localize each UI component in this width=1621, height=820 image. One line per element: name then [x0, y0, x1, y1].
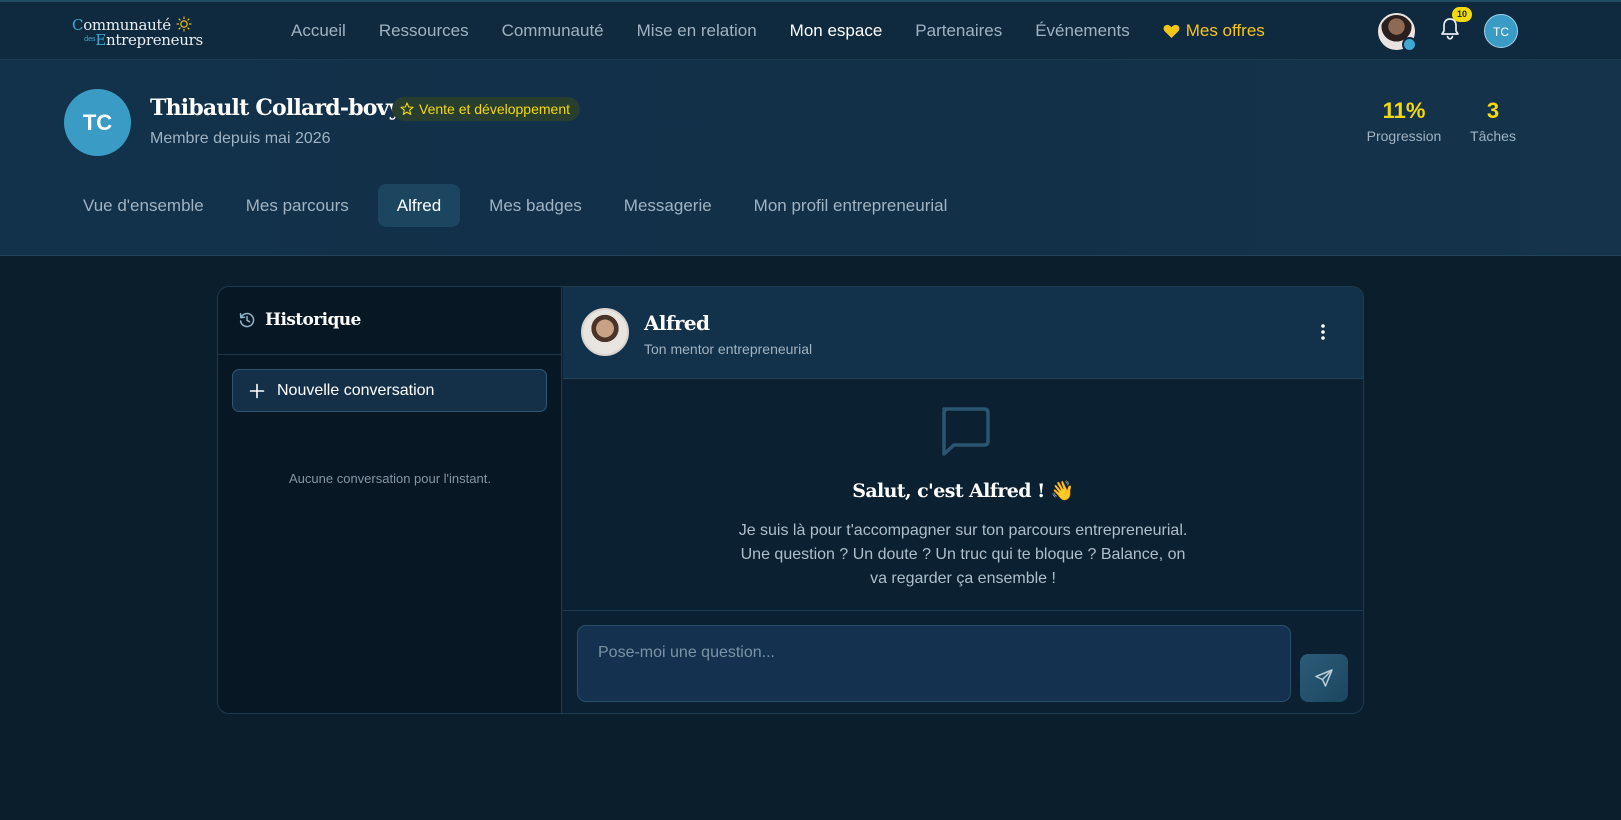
stat-progression-value: 11% — [1382, 98, 1426, 123]
nav-link-mon-espace[interactable]: Mon espace — [790, 21, 883, 41]
logo[interactable]: Communauté desEntrepreneurs — [72, 16, 212, 50]
chat-input-area — [563, 611, 1363, 713]
tab-vue-ensemble[interactable]: Vue d'ensemble — [70, 184, 217, 227]
nav-link-partenaires[interactable]: Partenaires — [915, 21, 1002, 41]
heart-icon — [1163, 24, 1180, 38]
plus-icon — [249, 383, 265, 398]
stat-taches-label: Tâches — [1470, 128, 1516, 144]
nav-links: Accueil Ressources Communauté Mise en re… — [291, 2, 1298, 60]
chat-title: Alfred — [644, 311, 710, 335]
notification-count-badge: 10 — [1452, 7, 1472, 22]
stat-taches: 3 Tâches — [1467, 98, 1519, 144]
profile-category-badge: Vente et développement — [392, 97, 581, 121]
member-since: Membre depuis mai 2026 — [150, 130, 331, 147]
history-icon — [239, 312, 255, 328]
send-button[interactable] — [1300, 654, 1348, 702]
alfred-avatar — [581, 308, 629, 356]
tab-messagerie[interactable]: Messagerie — [611, 184, 725, 227]
tab-mes-badges[interactable]: Mes badges — [476, 184, 595, 227]
more-options-icon[interactable] — [1315, 321, 1331, 343]
nav-link-evenements[interactable]: Événements — [1035, 21, 1130, 41]
nav-link-ressources[interactable]: Ressources — [379, 21, 469, 41]
chat-badge-icon — [1402, 37, 1417, 52]
badge-label: Vente et développement — [419, 101, 571, 117]
history-title: Historique — [265, 310, 361, 330]
history-sidebar: Historique Nouvelle conversation Aucune … — [218, 287, 562, 713]
message-input[interactable] — [577, 625, 1291, 702]
tab-mes-parcours[interactable]: Mes parcours — [233, 184, 362, 227]
user-menu-avatar[interactable]: TC — [1484, 14, 1518, 48]
empty-history-message: Aucune conversation pour l'instant. — [289, 471, 491, 486]
new-conversation-button[interactable]: Nouvelle conversation — [232, 369, 547, 412]
logo-line-2: desEntrepreneurs — [84, 31, 203, 49]
profile-tabs: Vue d'ensemble Mes parcours Alfred Mes b… — [70, 184, 976, 227]
new-conversation-label: Nouvelle conversation — [277, 381, 435, 399]
stat-taches-value: 3 — [1486, 98, 1500, 123]
nav-link-mise-en-relation[interactable]: Mise en relation — [637, 21, 757, 41]
tab-mon-profil-entrepreneurial[interactable]: Mon profil entrepreneurial — [741, 184, 961, 227]
profile-avatar: TC — [64, 89, 131, 156]
mes-offres-label: Mes offres — [1185, 21, 1265, 40]
chat-area: Alfred Ton mentor entrepreneurial Salut,… — [563, 287, 1363, 713]
nav-link-mes-offres[interactable]: Mes offres — [1163, 21, 1265, 41]
tab-alfred[interactable]: Alfred — [377, 184, 461, 227]
stat-progression-label: Progression — [1366, 128, 1442, 144]
star-icon — [400, 102, 414, 115]
chat-subtitle: Ton mentor entrepreneurial — [644, 341, 813, 357]
nav-link-communaute[interactable]: Communauté — [502, 21, 604, 41]
stat-progression: 11% Progression — [1364, 98, 1444, 144]
profile-header: TC Thibault Collard-bovy Vente et dévelo… — [0, 60, 1621, 256]
send-icon — [1315, 669, 1333, 687]
welcome-title: Salut, c'est Alfred ! 👋 — [852, 480, 1074, 502]
top-navigation: Communauté desEntrepreneurs Accueil Ress… — [0, 0, 1621, 60]
chat-messages: Salut, c'est Alfred ! 👋 Je suis là pour … — [563, 379, 1363, 611]
chat-header: Alfred Ton mentor entrepreneurial — [563, 287, 1363, 379]
message-bubble-icon — [942, 407, 990, 456]
alfred-chat-panel: Historique Nouvelle conversation Aucune … — [217, 286, 1364, 714]
history-header: Historique — [218, 287, 562, 355]
profile-name: Thibault Collard-bovy — [150, 95, 401, 121]
welcome-text: Je suis là pour t'accompagner sur ton pa… — [738, 522, 1188, 587]
nav-link-accueil[interactable]: Accueil — [291, 21, 346, 41]
sun-icon — [176, 16, 192, 32]
